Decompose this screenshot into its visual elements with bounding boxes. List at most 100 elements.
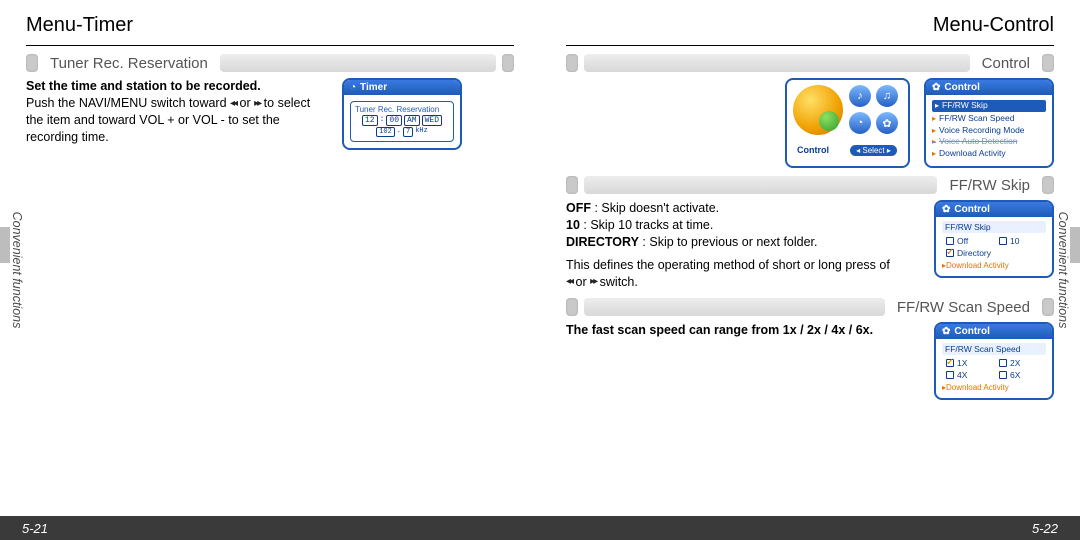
page-footer-right: 5-22 <box>540 516 1080 540</box>
section-cap-icon <box>1042 298 1054 316</box>
device-header: Control <box>926 80 1052 95</box>
device-body: FF/RW Skip FF/RW Scan Speed Voice Record… <box>926 95 1052 166</box>
forward-icon: ▸▸ <box>590 275 596 289</box>
opt-dir: DIRECTORY <box>566 235 639 249</box>
gear-icon: ✿ <box>876 112 898 134</box>
gear-icon <box>932 82 940 93</box>
control-label: Control <box>791 145 829 155</box>
menu-item: Voice Auto Detection <box>932 136 1046 148</box>
opt-4x: 4X <box>946 370 993 380</box>
sub-title: Tuner Rec. Reservation <box>355 105 449 114</box>
section-label: Control <box>976 55 1036 72</box>
lcd-min: 00 <box>386 115 402 126</box>
content-row: Set the time and station to be recorded.… <box>26 78 514 150</box>
select-text: Select <box>862 146 884 155</box>
device-body: FF/RW Scan Speed 1X 2X 4X 6X Download Ac… <box>936 339 1052 398</box>
opt-2x: 2X <box>999 358 1046 368</box>
section-ffrw-skip: FF/RW Skip <box>566 176 1054 194</box>
device-skip-opts: Control FF/RW Skip Off 10 Directory Down… <box>934 200 1054 278</box>
section-cap-icon <box>502 54 514 72</box>
side-label-left: Convenient functions <box>10 212 24 329</box>
page-left: Menu-Timer Tuner Rec. Reservation Set th… <box>0 0 540 540</box>
device-header-label: Control <box>954 204 990 215</box>
opt-off: OFF <box>566 201 591 215</box>
lcd-freq-b: 7 <box>403 127 413 137</box>
device-body: Tuner Rec. Reservation 12 : 00 AM WED 10… <box>344 95 460 148</box>
opt-ten: 10 <box>566 218 580 232</box>
lcd-row-freq: 102 . 7 kHz <box>355 127 449 137</box>
checkbox-icon <box>946 249 954 257</box>
section-label: FF/RW Skip <box>943 177 1036 194</box>
opt-label: 2X <box>1010 358 1020 368</box>
download-activity: Download Activity <box>942 261 1046 270</box>
title-rule <box>566 45 1054 46</box>
opt-ten-desc: : Skip 10 tracks at time. <box>580 218 713 232</box>
lcd-unit: kHz <box>415 127 428 137</box>
scan-row: The fast scan speed can range from 1x / … <box>566 322 1054 400</box>
gear-icon <box>942 204 950 215</box>
lcd-day: WED <box>422 115 442 126</box>
section-cap-icon <box>566 298 578 316</box>
scan-text: The fast scan speed can range from 1x / … <box>566 322 873 339</box>
opt-dir: Directory <box>946 248 1046 258</box>
rewind-icon: ◂◂ <box>230 97 236 111</box>
clock-icon: ◔ <box>350 82 356 93</box>
section-cap-icon <box>1042 54 1054 72</box>
menu-item: Voice Recording Mode <box>932 125 1046 137</box>
section-cap-icon <box>1042 176 1054 194</box>
gear-cluster-icon <box>793 85 843 135</box>
device-header: Control <box>936 202 1052 217</box>
opt-title: FF/RW Scan Speed <box>942 343 1046 355</box>
opt-label: Off <box>957 236 968 246</box>
checkbox-icon <box>946 371 954 379</box>
checkbox-icon <box>946 237 954 245</box>
device-header-label: Timer <box>360 82 387 93</box>
device-header: Control <box>936 324 1052 339</box>
lcd-row-time: 12 : 00 AM WED <box>355 115 449 126</box>
opt-dir-desc: : Skip to previous or next folder. <box>639 235 818 249</box>
icon-grid: ♪ ♫ ◔ ✿ Control ◂ Select ▸ <box>791 84 904 162</box>
page-title-right: Menu-Control <box>566 14 1054 37</box>
section-cap-icon <box>26 54 38 72</box>
lcd-ampm: AM <box>404 115 420 126</box>
opt-1x: 1X <box>946 358 993 368</box>
page-number: 5-22 <box>1032 521 1058 536</box>
section-fill <box>584 298 885 316</box>
or-text: or <box>576 275 591 289</box>
device-sub: Tuner Rec. Reservation 12 : 00 AM WED 10… <box>350 101 454 142</box>
device-control-menu: Control FF/RW Skip FF/RW Scan Speed Voic… <box>924 78 1054 168</box>
menu-item: Download Activity <box>932 148 1046 160</box>
section-tuner-rec: Tuner Rec. Reservation <box>26 54 514 72</box>
control-illustration-row: ♪ ♫ ◔ ✿ Control ◂ Select ▸ Control FF/RW… <box>566 78 1054 168</box>
section-label: FF/RW Scan Speed <box>891 299 1036 316</box>
lcd-hour: 12 <box>362 115 378 126</box>
download-activity: Download Activity <box>942 383 1046 392</box>
menu-item: FF/RW Scan Speed <box>932 113 1046 125</box>
margin-strip <box>0 227 10 263</box>
menu-list: FF/RW Skip FF/RW Scan Speed Voice Record… <box>932 100 1046 160</box>
opt-label: 10 <box>1010 236 1019 246</box>
opt-label: 1X <box>957 358 967 368</box>
opt-off-desc: : Skip doesn't activate. <box>591 201 719 215</box>
device-header-label: Control <box>944 82 980 93</box>
lcd-freq-a: 102 <box>376 127 395 137</box>
skip-row: OFF : Skip doesn't activate. 10 : Skip 1… <box>566 200 1054 290</box>
section-label: Tuner Rec. Reservation <box>44 55 214 72</box>
scan-bold: The fast scan speed can range from 1x / … <box>566 323 873 337</box>
opt-label: 4X <box>957 370 967 380</box>
device-scan-opts: Control FF/RW Scan Speed 1X 2X 4X 6X Dow… <box>934 322 1054 400</box>
menu-item-hl: FF/RW Skip <box>932 100 1046 112</box>
device-header: ◔ Timer <box>344 80 460 95</box>
opt-grid: 1X 2X 4X 6X <box>946 358 1046 380</box>
checkbox-icon <box>946 359 954 367</box>
switch-text: switch. <box>600 275 638 289</box>
margin-strip <box>1070 227 1080 263</box>
tuner-rec-text: Set the time and station to be recorded.… <box>26 78 326 146</box>
music-icon: ♪ <box>849 85 871 107</box>
gear-icon <box>942 326 950 337</box>
page-footer-left: 5-21 <box>0 516 540 540</box>
device-control-icons: ♪ ♫ ◔ ✿ Control ◂ Select ▸ <box>785 78 910 168</box>
device-timer: ◔ Timer Tuner Rec. Reservation 12 : 00 A… <box>342 78 462 150</box>
opt-label: Directory <box>957 248 991 258</box>
opt-10: 10 <box>999 236 1046 246</box>
